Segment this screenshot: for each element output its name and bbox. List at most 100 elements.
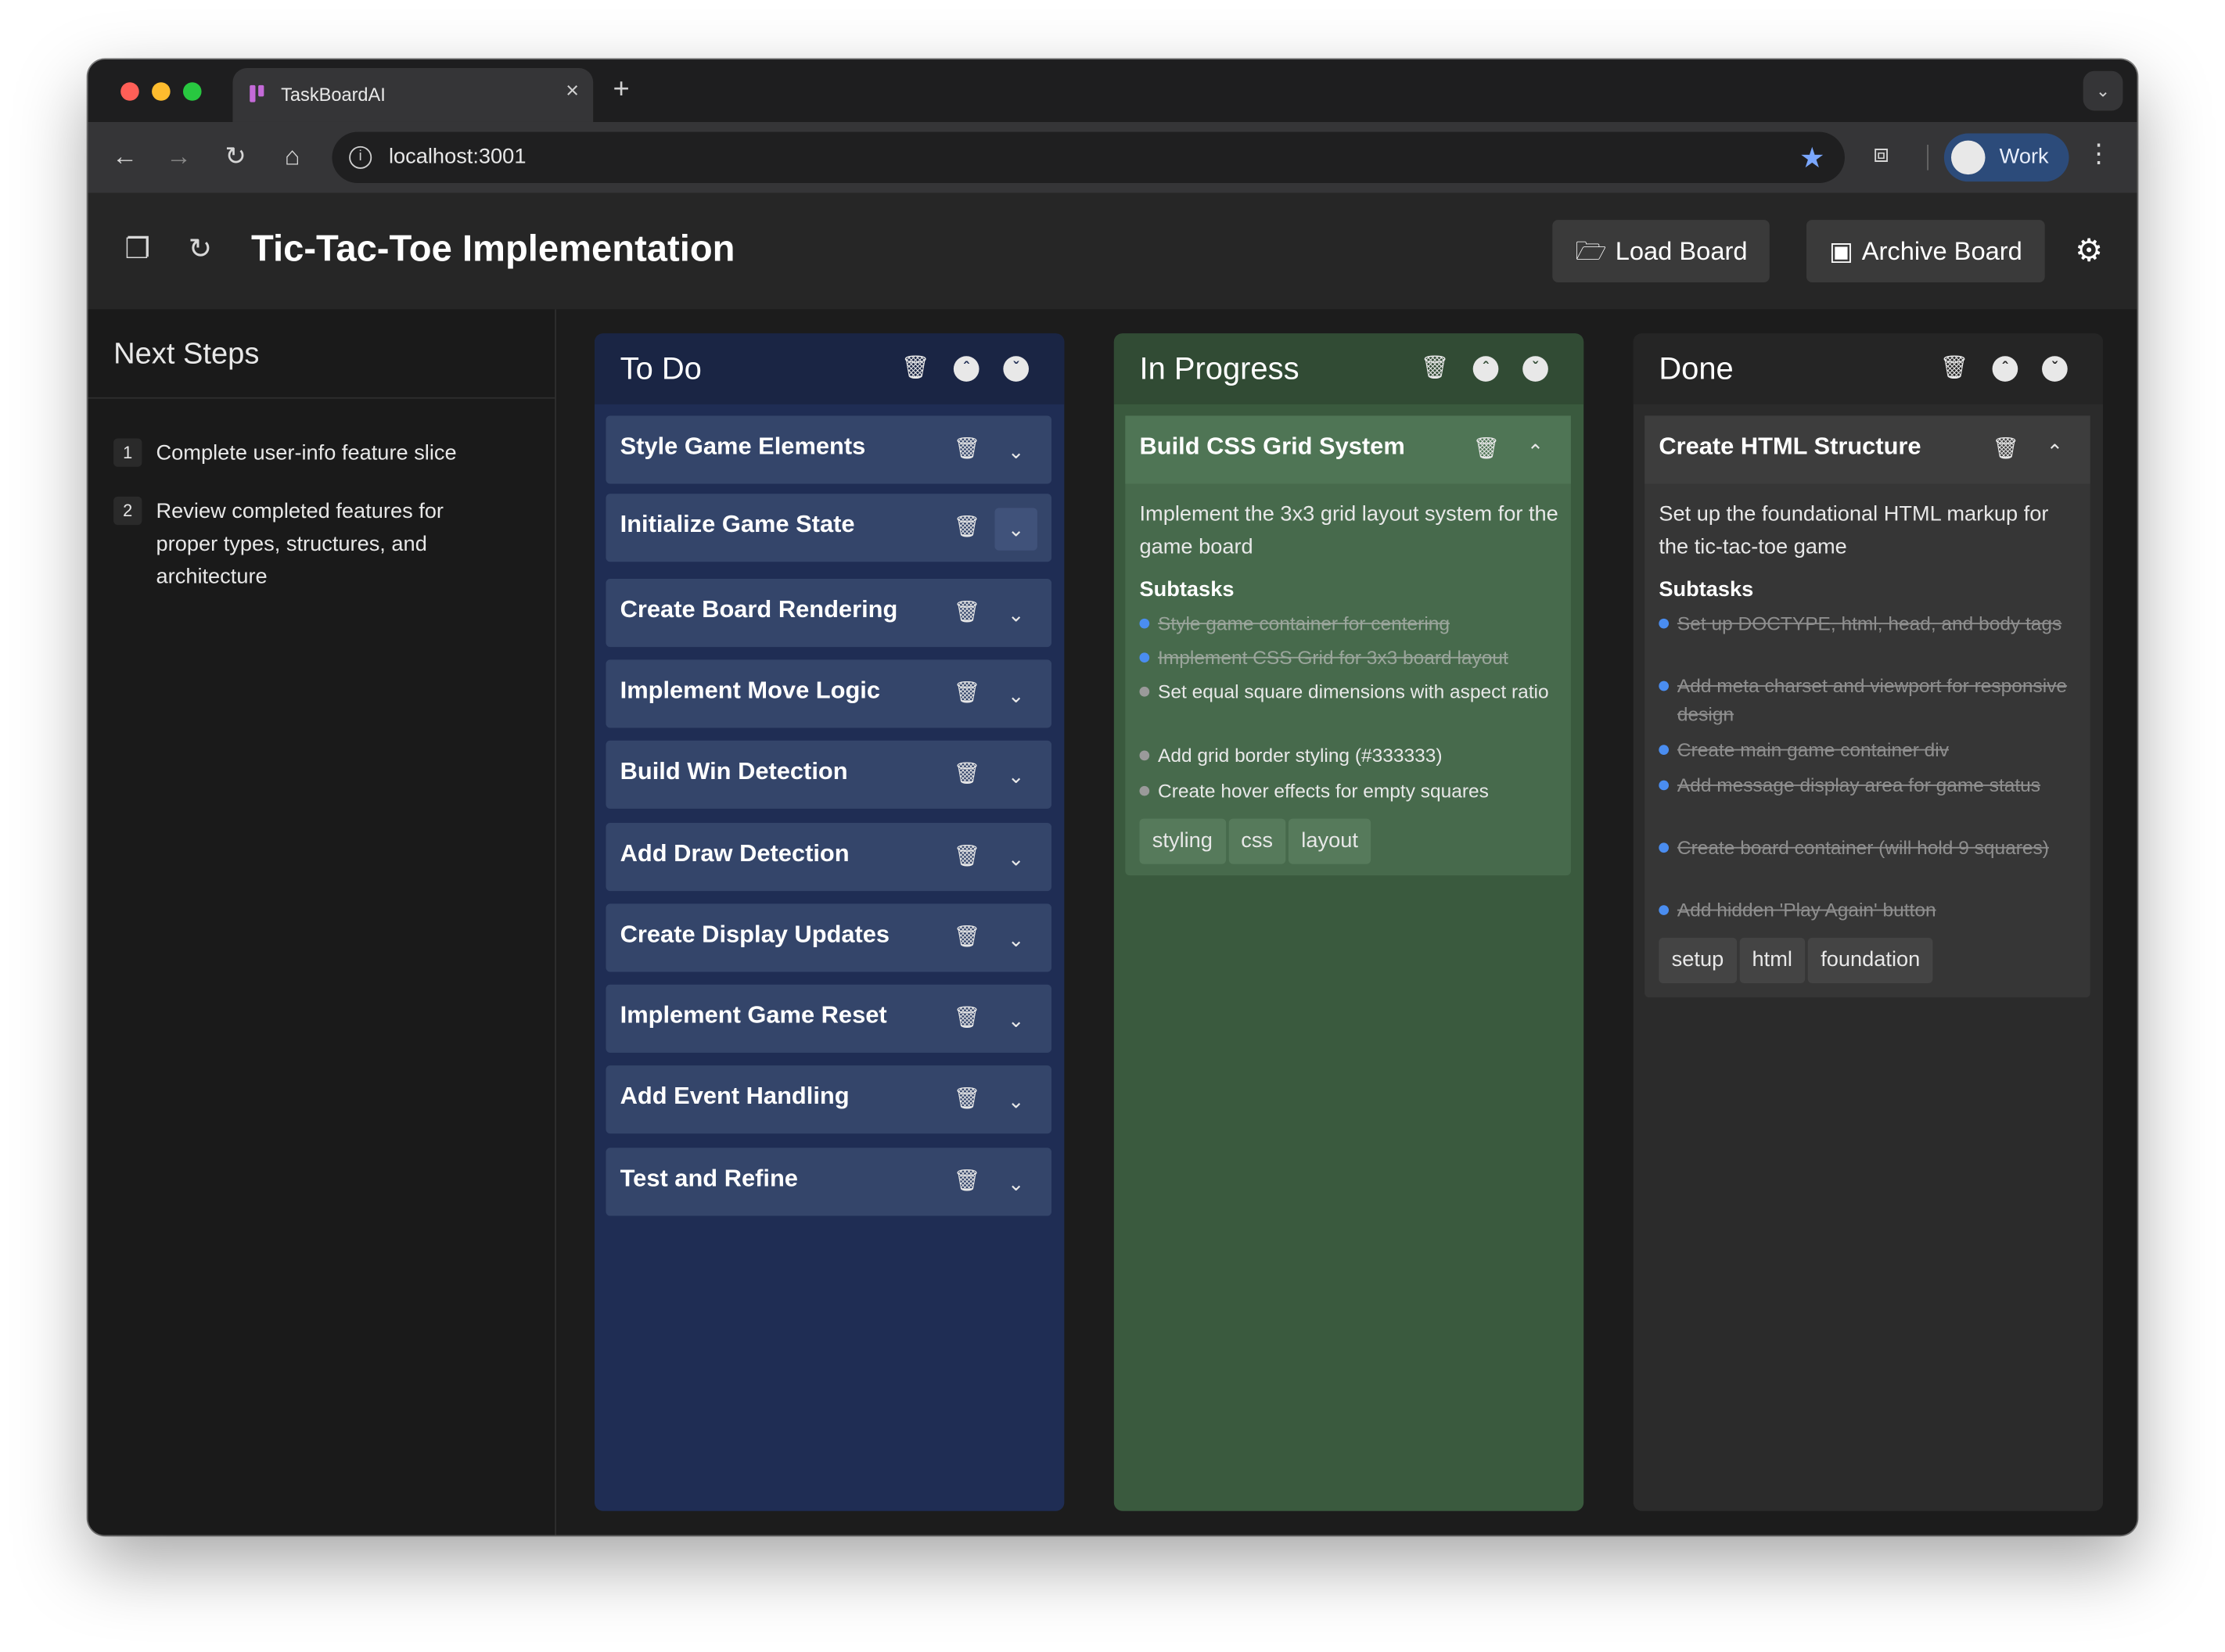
- expanded-task-card[interactable]: Build CSS Grid System 🗑 ⌃ Implement the …: [1125, 415, 1571, 876]
- tag-chip: html: [1739, 937, 1806, 983]
- subtask-status-dot[interactable]: [1659, 842, 1670, 853]
- collapse-all-down-icon[interactable]: ˇ: [2042, 356, 2068, 382]
- delete-column-trash-icon[interactable]: 🗑: [901, 354, 930, 382]
- tag-chip: css: [1228, 818, 1286, 864]
- expand-card-chevron-down-icon[interactable]: ⌄: [994, 674, 1037, 716]
- task-card[interactable]: Test and Refine 🗑 ⌄: [606, 1147, 1052, 1216]
- archive-board-button[interactable]: ▣ Archive Board: [1806, 220, 2045, 282]
- bookmark-star-icon[interactable]: ★: [1799, 141, 1825, 176]
- subtask-status-dot[interactable]: [1659, 618, 1670, 629]
- back-arrow-icon[interactable]: ←: [108, 139, 142, 174]
- subtask-status-dot[interactable]: [1139, 750, 1150, 761]
- subtask-status-dot[interactable]: [1139, 618, 1150, 629]
- expand-card-chevron-down-icon[interactable]: ⌄: [994, 837, 1037, 879]
- delete-column-trash-icon[interactable]: 🗑: [1939, 354, 1968, 382]
- forward-arrow-icon[interactable]: →: [162, 139, 196, 174]
- delete-card-trash-icon[interactable]: 🗑: [954, 514, 981, 539]
- tab-search-chevron-icon[interactable]: ⌄: [2083, 70, 2123, 111]
- delete-card-trash-icon[interactable]: 🗑: [954, 1004, 981, 1030]
- tab-close-icon[interactable]: ×: [566, 80, 579, 106]
- subtask-status-dot[interactable]: [1659, 681, 1670, 691]
- expand-all-up-icon[interactable]: ˆ: [1472, 356, 1499, 382]
- subtask-status-dot[interactable]: [1659, 745, 1670, 755]
- sidebar-divider: [88, 397, 555, 399]
- column-title: Done: [1659, 350, 1734, 386]
- delete-card-trash-icon[interactable]: 🗑: [954, 842, 981, 868]
- task-card[interactable]: Style Game Elements 🗑 ⌄: [606, 415, 1052, 484]
- delete-card-trash-icon[interactable]: 🗑: [954, 680, 981, 706]
- subtask-text: Create hover effects for empty squares: [1158, 780, 1489, 802]
- expand-card-chevron-down-icon[interactable]: ⌄: [994, 1079, 1037, 1122]
- expand-card-chevron-down-icon[interactable]: ⌄: [994, 918, 1037, 961]
- collapse-card-chevron-up-icon[interactable]: ⌃: [1514, 430, 1556, 472]
- expand-all-up-icon[interactable]: ˆ: [953, 356, 980, 382]
- profile-label: Work: [1999, 145, 2049, 169]
- column-header: In Progress 🗑 ˆ ˇ: [1113, 333, 1584, 404]
- delete-column-trash-icon[interactable]: 🗑: [1421, 354, 1450, 382]
- next-steps-sidebar: Next Steps 1 Complete user-info feature …: [88, 309, 557, 1535]
- subtask-status-dot[interactable]: [1139, 785, 1150, 796]
- browser-tab[interactable]: TaskBoardAI ×: [232, 68, 594, 122]
- maximize-window-button[interactable]: [182, 82, 202, 101]
- subtask-status-dot[interactable]: [1139, 686, 1150, 697]
- card-title: Create Board Rendering: [620, 595, 898, 623]
- column-in-progress: In Progress 🗑 ˆ ˇ Build CSS Grid System …: [1113, 333, 1584, 1511]
- tag-chip: layout: [1288, 818, 1371, 864]
- expand-card-chevron-down-icon[interactable]: ⌄: [994, 430, 1037, 472]
- board-title: Tic-Tac-Toe Implementation: [251, 227, 735, 270]
- expand-card-chevron-down-icon[interactable]: ⌄: [994, 1162, 1037, 1205]
- task-card[interactable]: Implement Game Reset 🗑 ⌄: [606, 984, 1052, 1053]
- task-card[interactable]: Build Win Detection 🗑 ⌄: [606, 740, 1052, 809]
- task-card[interactable]: Implement Move Logic 🗑 ⌄: [606, 659, 1052, 728]
- subtask-text: Add meta charset and viewport for respon…: [1677, 675, 2068, 725]
- card-header[interactable]: Build CSS Grid System 🗑 ⌃: [1125, 415, 1571, 484]
- extensions-puzzle-icon[interactable]: ⧈: [1873, 139, 1889, 169]
- delete-card-trash-icon[interactable]: 🗑: [954, 1168, 981, 1194]
- address-bar[interactable]: i localhost:3001 ★: [332, 131, 1845, 183]
- refresh-icon[interactable]: ↻: [183, 232, 217, 267]
- expand-card-chevron-down-icon[interactable]: ⌄: [994, 508, 1037, 551]
- kanban-board: To Do 🗑 ˆ ˇ Style Game Elements 🗑 ⌄ Initial…: [557, 309, 2137, 1535]
- home-icon[interactable]: ⌂: [275, 139, 310, 174]
- tag-list: setup html foundation: [1659, 937, 1936, 983]
- task-card[interactable]: Create Display Updates 🗑 ⌄: [606, 903, 1052, 972]
- browser-menu-icon[interactable]: ⋮: [2086, 139, 2112, 169]
- collapse-all-down-icon[interactable]: ˇ: [1522, 356, 1548, 382]
- delete-card-trash-icon[interactable]: 🗑: [954, 436, 981, 461]
- reload-icon[interactable]: ↻: [218, 139, 253, 174]
- expand-all-up-icon[interactable]: ˆ: [1992, 356, 2018, 382]
- subtask-status-dot[interactable]: [1139, 652, 1150, 663]
- expanded-task-card[interactable]: Create HTML Structure 🗑 ⌃ Set up the fou…: [1644, 415, 2090, 998]
- expand-card-chevron-down-icon[interactable]: ⌄: [994, 999, 1037, 1041]
- collapse-card-chevron-up-icon[interactable]: ⌃: [2033, 430, 2076, 472]
- app-header: ❐ ↻ Tic-Tac-Toe Implementation 🗁 Load Boa…: [88, 192, 2137, 310]
- tab-title: TaskBoardAI: [281, 84, 386, 106]
- card-title: Build CSS Grid System: [1139, 433, 1405, 460]
- delete-card-trash-icon[interactable]: 🗑: [954, 924, 981, 950]
- delete-card-trash-icon[interactable]: 🗑: [954, 1086, 981, 1111]
- delete-card-trash-icon[interactable]: 🗑: [954, 598, 981, 624]
- task-card[interactable]: Add Event Handling 🗑 ⌄: [606, 1065, 1052, 1134]
- copy-board-icon[interactable]: ❐: [120, 232, 155, 267]
- delete-card-trash-icon[interactable]: 🗑: [954, 760, 981, 786]
- profile-button[interactable]: Work: [1943, 133, 2069, 182]
- subtask-status-dot[interactable]: [1659, 905, 1670, 915]
- expand-card-chevron-down-icon[interactable]: ⌄: [994, 593, 1037, 635]
- delete-card-trash-icon[interactable]: 🗑: [1473, 436, 1501, 461]
- load-board-button[interactable]: 🗁 Load Board: [1552, 220, 1770, 282]
- settings-gear-icon[interactable]: ⚙: [2075, 232, 2103, 269]
- browser-window: TaskBoardAI × + ⌄ ← → ↻ ⌂ i localhost:30…: [88, 59, 2137, 1535]
- subtask-status-dot[interactable]: [1659, 780, 1670, 791]
- new-tab-button[interactable]: +: [613, 74, 630, 106]
- close-window-button[interactable]: [120, 82, 139, 101]
- url-text[interactable]: localhost:3001: [389, 145, 526, 169]
- delete-card-trash-icon[interactable]: 🗑: [1992, 436, 2019, 461]
- collapse-all-down-icon[interactable]: ˇ: [1003, 356, 1030, 382]
- task-card[interactable]: Initialize Game State 🗑 ⌄: [606, 494, 1052, 562]
- task-card[interactable]: Create Board Rendering 🗑 ⌄: [606, 579, 1052, 648]
- task-card[interactable]: Add Draw Detection 🗑 ⌄: [606, 823, 1052, 892]
- site-info-icon[interactable]: i: [349, 145, 372, 169]
- card-header[interactable]: Create HTML Structure 🗑 ⌃: [1644, 415, 2090, 484]
- minimize-window-button[interactable]: [152, 82, 171, 101]
- expand-card-chevron-down-icon[interactable]: ⌄: [994, 755, 1037, 797]
